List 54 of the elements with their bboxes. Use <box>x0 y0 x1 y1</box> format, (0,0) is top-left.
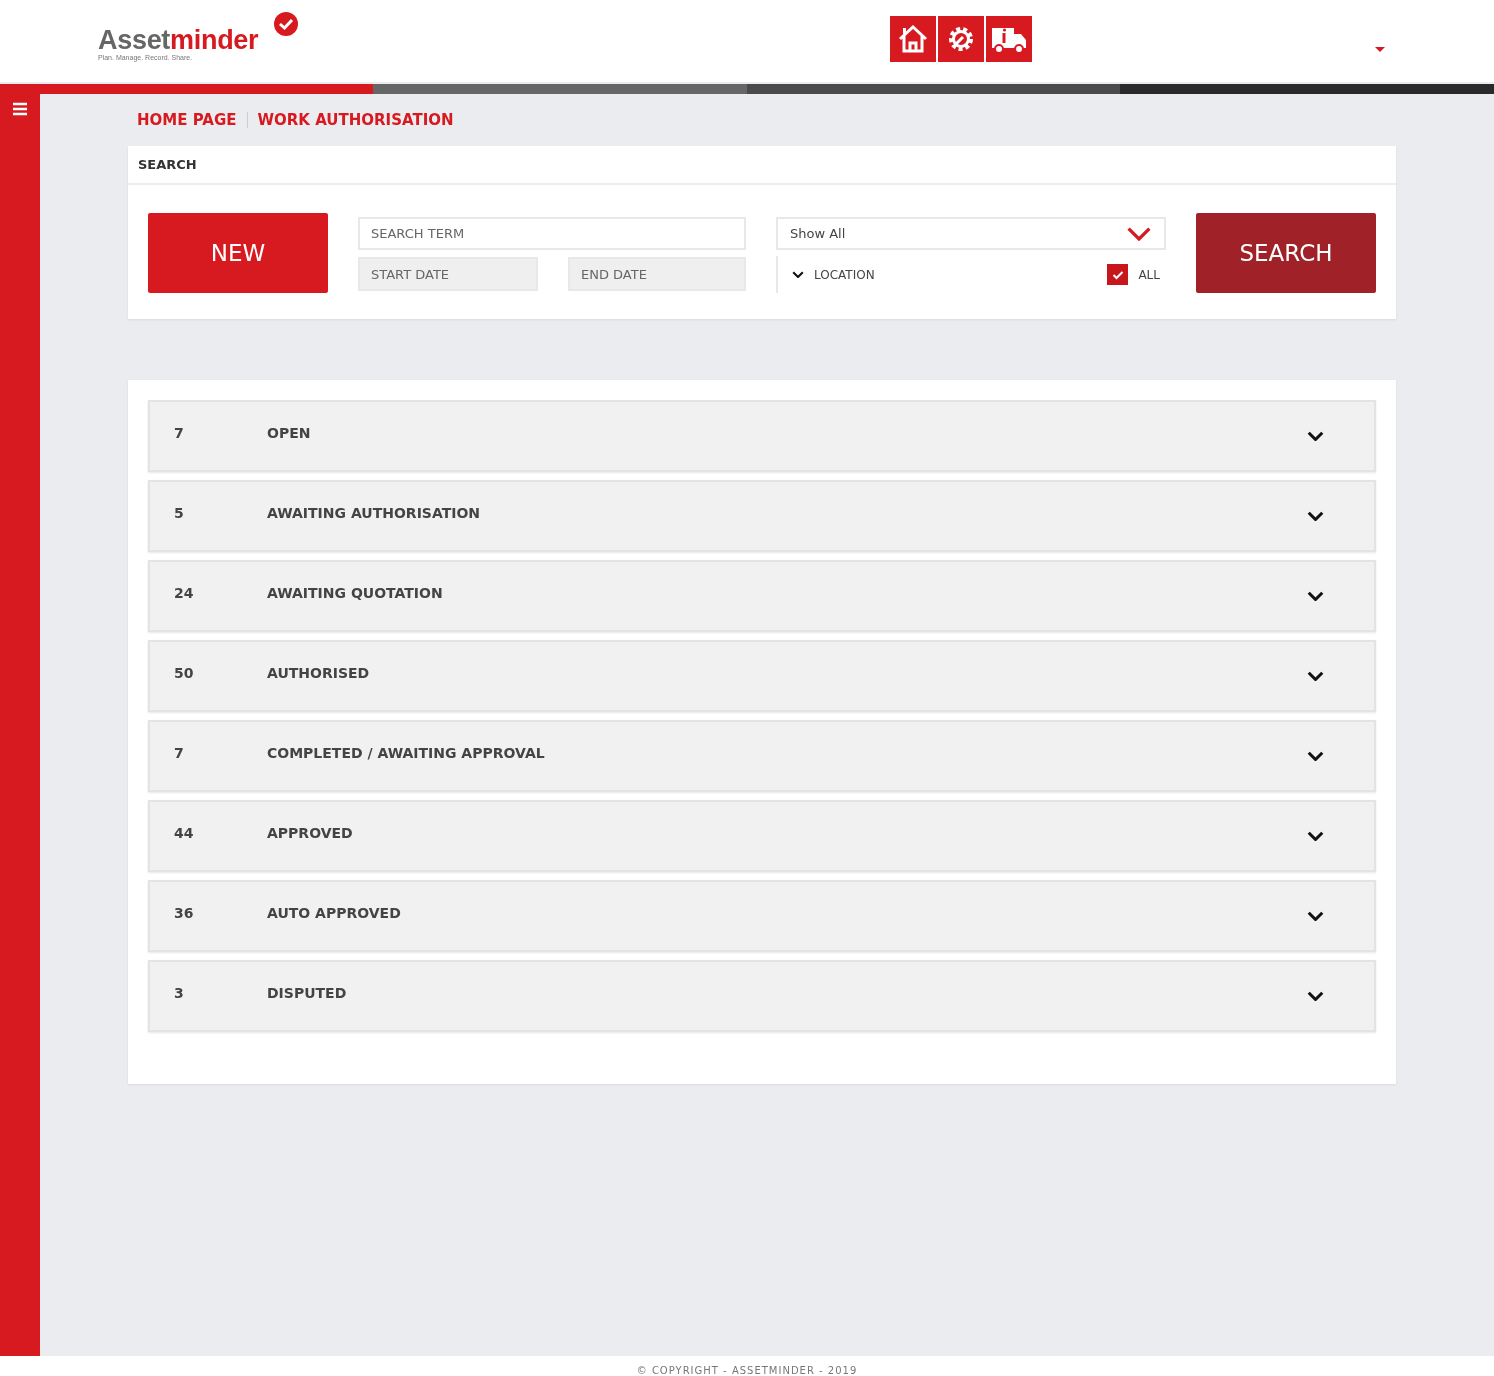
status-count: 7 <box>174 745 185 761</box>
chevron-down-icon <box>1307 910 1324 922</box>
chevron-down-icon <box>1307 430 1324 442</box>
status-label: AUTO APPROVED <box>267 905 402 921</box>
gear-wrench-icon[interactable] <box>938 16 985 62</box>
check-icon <box>1111 269 1124 280</box>
chevron-down-icon <box>1307 830 1324 842</box>
end-date-field[interactable]: END DATE <box>568 257 746 291</box>
search-field[interactable]: SEARCH TERM <box>358 217 746 250</box>
copyright-text: © COPYRIGHT - ASSETMINDER - 2019 <box>636 1365 858 1376</box>
menu-icon[interactable] <box>12 102 28 118</box>
status-row[interactable]: 7 COMPLETED / AWAITING APPROVAL <box>148 720 1376 792</box>
status-count: 44 <box>174 825 195 841</box>
start-date-field[interactable]: START DATE <box>358 257 538 291</box>
status-count: 24 <box>174 585 195 601</box>
status-row[interactable]: 24 AWAITING QUOTATION <box>148 560 1376 632</box>
search-button[interactable]: SEARCH <box>1196 213 1376 293</box>
status-count: 50 <box>174 665 195 681</box>
new-button[interactable]: NEW <box>148 213 328 293</box>
status-label: AUTHORISED <box>267 665 371 681</box>
home-icon[interactable] <box>890 16 937 62</box>
status-row[interactable]: 3 DISPUTED <box>148 960 1376 1032</box>
status-row[interactable]: 50 AUTHORISED <box>148 640 1376 712</box>
truck-info-icon[interactable] <box>986 16 1033 62</box>
chevron-down-icon <box>1307 990 1324 1002</box>
status-count: 36 <box>174 905 195 921</box>
status-label: OPEN <box>267 425 312 441</box>
chevron-down-icon <box>1307 590 1324 602</box>
status-count: 7 <box>174 425 185 441</box>
chevron-down-icon <box>1307 750 1324 762</box>
status-row[interactable]: 44 APPROVED <box>148 800 1376 872</box>
status-label: DISPUTED <box>267 985 348 1001</box>
status-label: APPROVED <box>267 825 354 841</box>
status-label: AWAITING QUOTATION <box>267 585 444 601</box>
breadcrumb-link[interactable]: HOME PAGE <box>137 111 237 129</box>
breadcrumb-link[interactable]: WORK AUTHORISATION <box>257 111 454 129</box>
filter-dropdown[interactable]: Show All <box>776 217 1166 250</box>
status-row[interactable]: 36 AUTO APPROVED <box>148 880 1376 952</box>
status-label: COMPLETED / AWAITING APPROVAL <box>267 745 546 761</box>
panel-title: SEARCH <box>138 157 197 172</box>
status-count: 3 <box>174 985 185 1001</box>
chevron-down-icon <box>792 270 804 279</box>
chevron-down-icon <box>1307 510 1324 522</box>
status-row[interactable]: 5 AWAITING AUTHORISATION <box>148 480 1376 552</box>
status-count: 5 <box>174 505 185 521</box>
chevron-down-icon <box>1307 670 1324 682</box>
dropdown-caret-icon[interactable] <box>1375 47 1385 52</box>
location-toggle[interactable]: LOCATION <box>792 267 875 282</box>
checkbox-label: ALL <box>1138 267 1160 282</box>
checkbox[interactable] <box>1107 264 1129 285</box>
status-label: AWAITING AUTHORISATION <box>267 505 482 521</box>
status-row[interactable]: 7 OPEN <box>148 400 1376 472</box>
check-badge-icon <box>274 12 298 36</box>
chevron-down-icon <box>1126 225 1152 242</box>
